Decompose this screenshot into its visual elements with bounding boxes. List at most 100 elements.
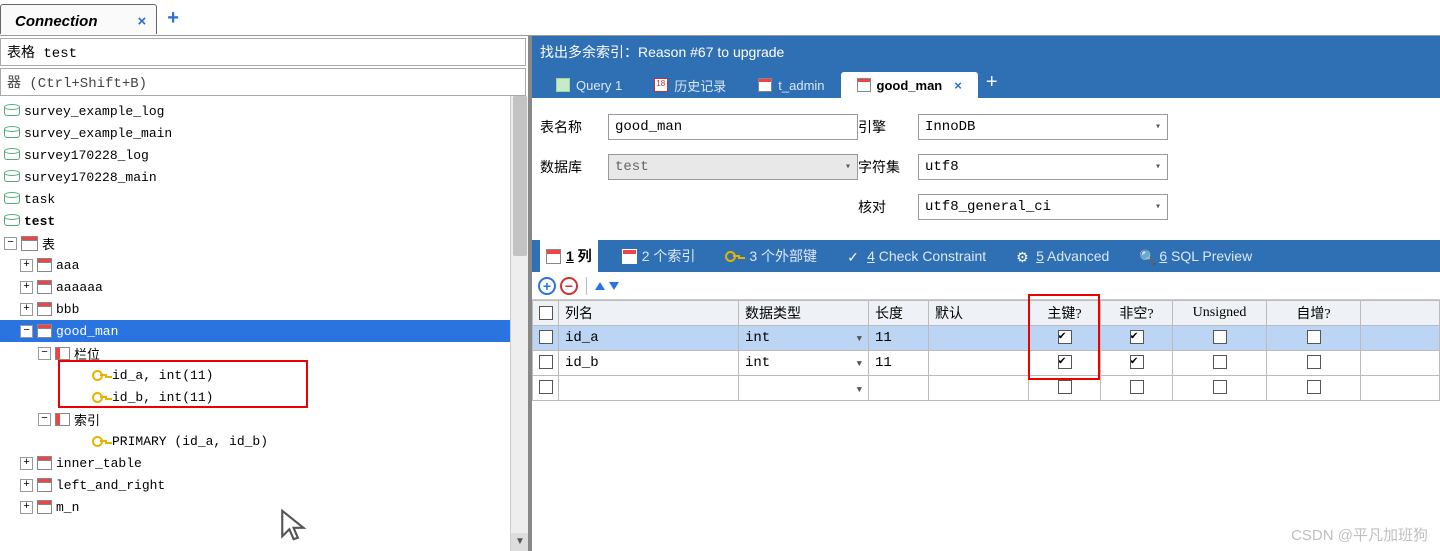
scroll-down-icon[interactable]: ▼ (511, 533, 528, 551)
collapse-icon[interactable]: − (38, 413, 51, 426)
collapse-icon[interactable]: − (4, 237, 17, 250)
expand-icon[interactable]: + (20, 457, 33, 470)
collapse-icon[interactable]: − (20, 325, 33, 338)
table-filter-input[interactable]: 表格 test (0, 38, 526, 66)
table-row[interactable]: id_a int▼ 11 (533, 326, 1440, 351)
db-item[interactable]: survey170228_main (0, 166, 528, 188)
table-item[interactable]: +aaaaaa (0, 276, 528, 298)
section-tab-advanced[interactable]: 5 Advanced (1010, 240, 1115, 272)
header-default[interactable]: 默认 (929, 301, 1029, 326)
cell-default[interactable] (929, 326, 1029, 351)
unsigned-checkbox[interactable] (1213, 330, 1227, 344)
header-type[interactable]: 数据类型 (739, 301, 869, 326)
table-row-empty[interactable]: ▼ (533, 376, 1440, 401)
upgrade-banner[interactable]: 找出多余索引：Reason #67 to upgrade (532, 36, 1440, 68)
collapse-icon[interactable]: − (38, 347, 51, 360)
expand-icon[interactable]: + (20, 259, 33, 272)
section-tab-fk[interactable]: 3 个外部键 (719, 240, 823, 272)
key-icon (92, 368, 108, 382)
section-tab-indexes[interactable]: 2 个索引 (616, 240, 702, 272)
cell-default[interactable] (929, 351, 1029, 376)
table-item[interactable]: +aaa (0, 254, 528, 276)
table-icon (857, 78, 871, 92)
tables-folder[interactable]: −表 (0, 232, 528, 254)
tab-query1[interactable]: Query 1 (540, 72, 638, 98)
row-checkbox[interactable] (539, 330, 553, 344)
unsigned-checkbox[interactable] (1213, 355, 1227, 369)
tab-tadmin[interactable]: t_admin (742, 72, 840, 98)
add-column-button[interactable]: + (538, 277, 556, 295)
nn-checkbox[interactable] (1130, 355, 1144, 369)
connection-tab[interactable]: Connection × (0, 4, 157, 34)
move-up-button[interactable] (595, 282, 605, 290)
close-icon[interactable]: × (954, 78, 962, 93)
tree-view[interactable]: survey_example_log survey_example_main s… (0, 96, 528, 551)
pk-checkbox[interactable] (1058, 380, 1072, 394)
nn-checkbox[interactable] (1130, 380, 1144, 394)
cell-len[interactable]: 11 (869, 351, 929, 376)
table-item-selected[interactable]: −good_man (0, 320, 528, 342)
section-tab-sqlpreview[interactable]: 6 SQL Preview (1133, 240, 1258, 272)
table-item[interactable]: +bbb (0, 298, 528, 320)
indexes-folder[interactable]: −索引 (0, 408, 528, 430)
header-pk[interactable]: 主键? (1029, 301, 1101, 326)
db-item[interactable]: task (0, 188, 528, 210)
add-tab-button[interactable]: + (986, 71, 998, 98)
table-name-input[interactable] (608, 114, 858, 140)
remove-column-button[interactable]: − (560, 277, 578, 295)
section-tab-check[interactable]: 4 Check Constraint (841, 240, 992, 272)
column-item[interactable]: id_a, int(11) (0, 364, 528, 386)
expand-icon[interactable]: + (20, 303, 33, 316)
cell-len[interactable]: 11 (869, 326, 929, 351)
db-item[interactable]: survey170228_log (0, 144, 528, 166)
engine-select[interactable]: InnoDB▾ (918, 114, 1168, 140)
header-len[interactable]: 长度 (869, 301, 929, 326)
expand-icon[interactable]: + (20, 501, 33, 514)
tab-history[interactable]: 历史记录 (638, 72, 742, 98)
autoinc-checkbox[interactable] (1307, 330, 1321, 344)
tab-goodman[interactable]: good_man× (841, 72, 978, 98)
filter-shortcut-input[interactable]: 器 (Ctrl+Shift+B) (0, 68, 526, 96)
db-item[interactable]: test (0, 210, 528, 232)
autoinc-checkbox[interactable] (1307, 380, 1321, 394)
move-down-button[interactable] (609, 282, 619, 290)
unsigned-checkbox[interactable] (1213, 380, 1227, 394)
row-checkbox[interactable] (539, 380, 553, 394)
table-item[interactable]: +m_n (0, 496, 528, 518)
header-autoinc[interactable]: 自增? (1267, 301, 1361, 326)
column-item[interactable]: id_b, int(11) (0, 386, 528, 408)
table-item[interactable]: +left_and_right (0, 474, 528, 496)
header-checkbox[interactable] (533, 301, 559, 326)
db-item[interactable]: survey_example_main (0, 122, 528, 144)
header-nn[interactable]: 非空? (1101, 301, 1173, 326)
chevron-down-icon[interactable]: ▼ (857, 359, 862, 369)
columns-grid[interactable]: 列名 数据类型 长度 默认 主键? 非空? Unsigned 自增? id_a … (532, 300, 1440, 401)
db-item[interactable]: survey_example_log (0, 100, 528, 122)
close-icon[interactable]: × (138, 13, 147, 30)
scrollbar[interactable]: ▼ (510, 96, 528, 551)
chevron-down-icon[interactable]: ▼ (857, 385, 862, 395)
scrollbar-thumb[interactable] (513, 96, 527, 256)
section-tab-columns[interactable]: 1 列 (540, 240, 598, 272)
cell-type[interactable]: int▼ (739, 326, 869, 351)
pk-checkbox[interactable] (1058, 355, 1072, 369)
header-name[interactable]: 列名 (559, 301, 739, 326)
columns-folder[interactable]: −栏位 (0, 342, 528, 364)
table-item[interactable]: +inner_table (0, 452, 528, 474)
row-checkbox[interactable] (539, 355, 553, 369)
cell-name[interactable]: id_a (559, 326, 739, 351)
nn-checkbox[interactable] (1130, 330, 1144, 344)
index-item[interactable]: PRIMARY (id_a, id_b) (0, 430, 528, 452)
expand-icon[interactable]: + (20, 281, 33, 294)
cell-name[interactable]: id_b (559, 351, 739, 376)
collation-select[interactable]: utf8_general_ci▾ (918, 194, 1168, 220)
autoinc-checkbox[interactable] (1307, 355, 1321, 369)
pk-checkbox[interactable] (1058, 330, 1072, 344)
table-row[interactable]: id_b int▼ 11 (533, 351, 1440, 376)
expand-icon[interactable]: + (20, 479, 33, 492)
header-unsigned[interactable]: Unsigned (1173, 301, 1267, 326)
cell-type[interactable]: int▼ (739, 351, 869, 376)
chevron-down-icon[interactable]: ▼ (857, 334, 862, 344)
charset-select[interactable]: utf8▾ (918, 154, 1168, 180)
add-connection-button[interactable]: + (167, 4, 179, 32)
